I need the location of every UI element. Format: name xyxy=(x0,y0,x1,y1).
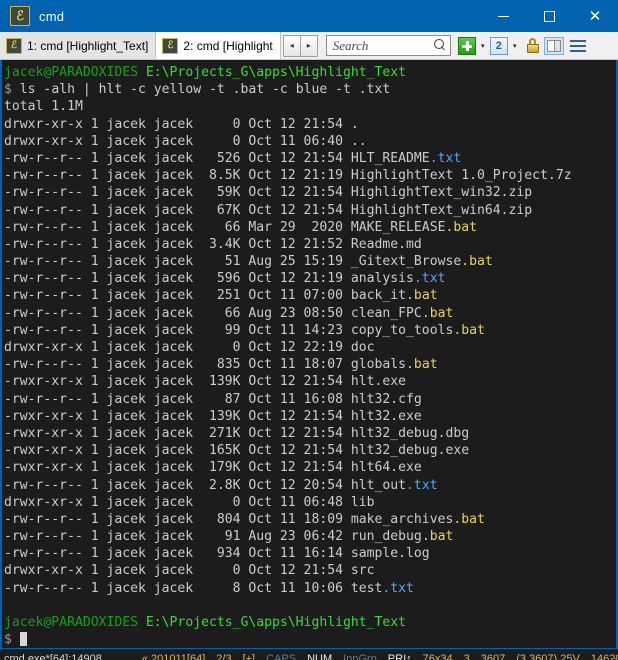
tab-label: 2: cmd [Highlight xyxy=(183,38,273,53)
terminal-line: -rw-r--r-- 1 jacek jacek 3.4K Oct 12 21:… xyxy=(4,236,422,252)
status-insert-mode: [+] xyxy=(242,653,256,660)
minimize-button[interactable] xyxy=(480,0,526,32)
terminal-container: jacek@PARADOXIDES E:\Projects_G\apps\Hig… xyxy=(0,60,618,649)
new-console-button[interactable] xyxy=(457,34,476,58)
status-bar: cmd.exe*[64]:14908 « 201011[64] 2/3 [+] … xyxy=(0,648,618,660)
status-cols: 3 xyxy=(463,653,470,660)
terminal-line: -rw-r--r-- 1 jacek jacek 8 Oct 11 10:06 … xyxy=(4,580,414,596)
status-process: cmd.exe*[64]:14908 xyxy=(4,653,102,660)
split-pane-button[interactable] xyxy=(543,34,569,58)
search-placeholder: Search xyxy=(332,37,369,53)
conemu-window: ℰ cmd ✕ ℰ 1: cmd [Highlight_Text] ℰ 2: c… xyxy=(0,0,618,660)
window-title: cmd xyxy=(39,8,65,24)
tab-scroll-right-button[interactable]: ▸ xyxy=(299,34,318,57)
terminal-line: -rw-r--r-- 1 jacek jacek 66 Aug 23 08:50… xyxy=(4,305,454,321)
hamburger-icon xyxy=(569,38,587,54)
terminal-line: -rwxr-xr-x 1 jacek jacek 139K Oct 12 21:… xyxy=(4,374,407,390)
title-bar: ℰ cmd ✕ xyxy=(0,0,618,32)
group-count-label: 2 xyxy=(489,36,508,55)
minimize-icon xyxy=(497,15,509,17)
search-area: Search xyxy=(325,32,451,59)
status-rows: 3607 xyxy=(480,653,506,660)
split-pane-icon xyxy=(543,36,564,55)
status-num: NUM xyxy=(307,653,333,660)
tab-scroll-controls: ◂ ▸ xyxy=(281,32,318,59)
console-icon: ℰ xyxy=(10,6,30,26)
new-console-dropdown[interactable]: ▾ xyxy=(476,37,490,55)
terminal-line: -rw-r--r-- 1 jacek jacek 251 Oct 11 07:0… xyxy=(4,288,438,304)
terminal-line: total 1.1M xyxy=(4,99,83,115)
terminal-line: -rw-r--r-- 1 jacek jacek 8.5K Oct 12 21:… xyxy=(4,168,572,184)
terminal-line: -rw-r--r-- 1 jacek jacek 59K Oct 12 21:5… xyxy=(4,185,533,201)
status-caps: CAPS xyxy=(266,653,297,660)
terminal-line: -rwxr-xr-x 1 jacek jacek 179K Oct 12 21:… xyxy=(4,460,422,476)
terminal-line: jacek@PARADOXIDES E:\Projects_G\apps\Hig… xyxy=(4,65,407,80)
tab-bar: ℰ 1: cmd [Highlight_Text] ℰ 2: cmd [High… xyxy=(0,32,618,60)
status-size: 76x34 xyxy=(422,653,453,660)
terminal-line: -rw-r--r-- 1 jacek jacek 67K Oct 12 21:5… xyxy=(4,202,533,218)
status-build: « 201011[64] xyxy=(141,653,206,660)
tab-scroll-left-button[interactable]: ◂ xyxy=(282,34,301,57)
terminal-line: -rwxr-xr-x 1 jacek jacek 165K Oct 12 21:… xyxy=(4,443,470,459)
terminal-line: -rw-r--r-- 1 jacek jacek 2.8K Oct 12 20:… xyxy=(4,477,438,493)
close-icon: ✕ xyxy=(588,6,602,25)
tab-2[interactable]: ℰ 2: cmd [Highlight xyxy=(156,32,281,59)
terminal-line: -rw-r--r-- 1 jacek jacek 99 Oct 11 14:23… xyxy=(4,322,485,338)
terminal-line: drwxr-xr-x 1 jacek jacek 0 Oct 11 06:48 … xyxy=(4,494,375,510)
tab-1[interactable]: ℰ 1: cmd [Highlight_Text] xyxy=(0,32,157,59)
terminal-line: -rw-r--r-- 1 jacek jacek 51 Aug 25 15:19… xyxy=(4,254,493,270)
tab-label: 1: cmd [Highlight_Text] xyxy=(27,38,149,53)
terminal-line: $ ls -alh | hlt -c yellow -t .bat -c blu… xyxy=(4,82,391,98)
console-group-button[interactable]: 2 xyxy=(489,34,508,58)
terminal-line: jacek@PARADOXIDES E:\Projects_G\apps\Hig… xyxy=(4,615,407,630)
terminal-output[interactable]: jacek@PARADOXIDES E:\Projects_G\apps\Hig… xyxy=(2,60,616,649)
terminal-line: drwxr-xr-x 1 jacek jacek 0 Oct 12 22:19 … xyxy=(4,340,375,355)
plus-icon xyxy=(457,36,476,55)
close-button[interactable]: ✕ xyxy=(572,0,618,32)
window-controls: ✕ xyxy=(480,0,618,32)
terminal-line: -rw-r--r-- 1 jacek jacek 87 Oct 11 16:08… xyxy=(4,391,422,407)
status-inpgrp: InpGrp xyxy=(343,653,377,660)
main-menu-button[interactable] xyxy=(569,34,587,58)
terminal-line: -rw-r--r-- 1 jacek jacek 934 Oct 11 16:1… xyxy=(4,546,430,562)
terminal-line: -rwxr-xr-x 1 jacek jacek 271K Oct 12 21:… xyxy=(4,425,470,441)
lock-icon xyxy=(526,37,540,55)
terminal-line: -rw-r--r-- 1 jacek jacek 91 Aug 23 06:42… xyxy=(4,529,454,545)
resize-grip[interactable] xyxy=(602,654,616,660)
toolbar: ▾ 2 ▾ xyxy=(457,32,587,59)
terminal-line: drwxr-xr-x 1 jacek jacek 0 Oct 12 21:54 … xyxy=(4,116,359,132)
terminal-line: drwxr-xr-x 1 jacek jacek 0 Oct 12 21:54 … xyxy=(4,563,375,579)
maximize-button[interactable] xyxy=(526,0,572,32)
terminal-line: $ xyxy=(4,631,616,648)
terminal-line: -rw-r--r-- 1 jacek jacek 804 Oct 11 18:0… xyxy=(4,511,485,527)
maximize-icon xyxy=(543,10,555,22)
status-cursor-pos: (3,3607) 25V xyxy=(516,653,580,660)
lock-button[interactable] xyxy=(522,34,544,58)
search-input[interactable]: Search xyxy=(325,35,451,56)
console-icon: ℰ xyxy=(6,37,22,54)
terminal-line: -rw-r--r-- 1 jacek jacek 526 Oct 12 21:5… xyxy=(4,150,462,166)
console-icon: ℰ xyxy=(162,37,179,54)
terminal-line: -rwxr-xr-x 1 jacek jacek 139K Oct 12 21:… xyxy=(4,408,422,424)
terminal-line: -rw-r--r-- 1 jacek jacek 596 Oct 12 21:1… xyxy=(4,271,446,287)
status-tab-index: 2/3 xyxy=(216,653,232,660)
terminal-line: drwxr-xr-x 1 jacek jacek 0 Oct 11 06:40 … xyxy=(4,133,367,149)
terminal-line: -rw-r--r-- 1 jacek jacek 835 Oct 11 18:0… xyxy=(4,357,438,373)
search-icon xyxy=(433,39,447,52)
console-group-dropdown[interactable]: ▾ xyxy=(508,37,522,55)
status-priority: PRI↕ xyxy=(387,653,412,660)
terminal-line: -rw-r--r-- 1 jacek jacek 66 Mar 29 2020 … xyxy=(4,219,478,235)
